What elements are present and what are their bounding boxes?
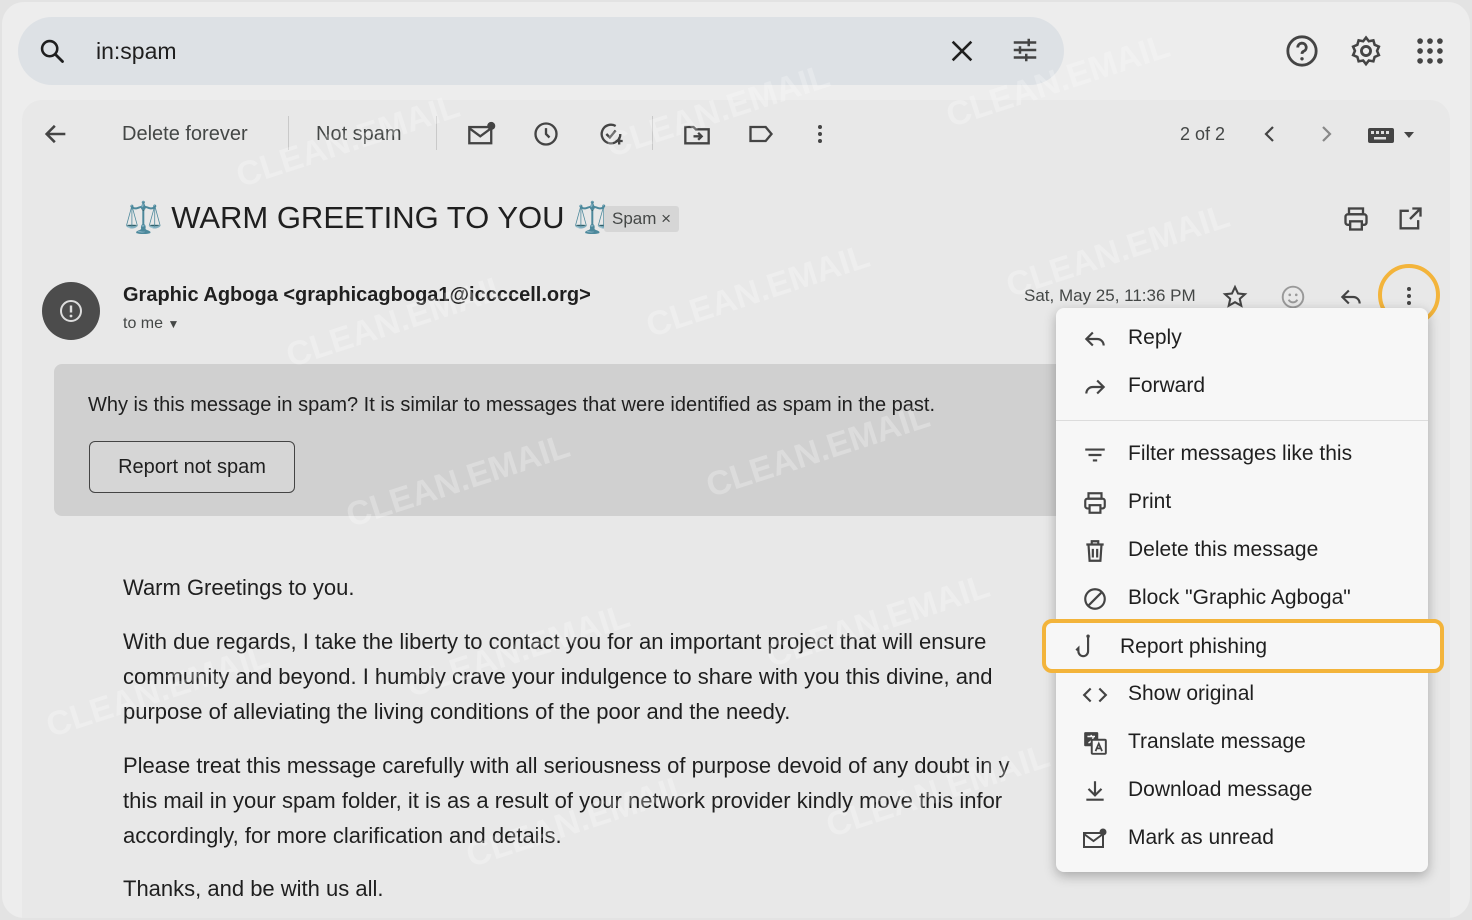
menu-item-label: Download message <box>1128 778 1313 801</box>
clear-search-icon[interactable] <box>948 37 976 65</box>
back-arrow-icon[interactable] <box>42 120 70 148</box>
search-icon[interactable] <box>38 37 66 65</box>
print-icon <box>1084 492 1106 514</box>
body-line: With due regards, I take the liberty to … <box>123 629 987 654</box>
more-vertical-icon[interactable] <box>1397 283 1421 309</box>
menu-item-label: Print <box>1128 490 1172 513</box>
spam-reason: It is similar to messages that were iden… <box>358 394 936 416</box>
body-line: purpose of alleviating the living condit… <box>123 699 791 724</box>
more-vertical-icon[interactable] <box>808 120 832 148</box>
report-not-spam-button[interactable]: Report not spam <box>89 441 295 493</box>
menu-item-label: Filter messages like this <box>1128 442 1353 465</box>
menu-item-label: Reply <box>1128 326 1182 349</box>
caret-down-icon[interactable]: ▼ <box>167 317 179 331</box>
code-icon <box>1082 687 1108 703</box>
help-icon[interactable] <box>1285 34 1319 68</box>
body-paragraph: Thanks, and be with us all. <box>123 876 384 901</box>
menu-item-reply[interactable]: Reply <box>1056 314 1428 362</box>
reply-icon <box>1084 331 1105 347</box>
menu-item-print[interactable]: Print <box>1056 478 1428 526</box>
not-spam-button[interactable]: Not spam <box>316 123 402 146</box>
body-paragraph: Warm Greetings to you. <box>123 575 355 600</box>
trash-icon <box>1086 540 1104 562</box>
filter-icon <box>1085 448 1105 462</box>
translate-icon <box>1084 732 1107 755</box>
menu-item-label: Translate message <box>1128 730 1306 753</box>
star-icon[interactable] <box>1222 284 1248 310</box>
move-to-folder-icon[interactable] <box>683 120 711 148</box>
emoji-reaction-icon[interactable] <box>1280 284 1306 310</box>
menu-item-filter[interactable]: Filter messages like this <box>1056 430 1428 478</box>
menu-item-download[interactable]: Download message <box>1056 766 1428 814</box>
menu-item-translate[interactable]: Translate message <box>1056 718 1428 766</box>
reply-icon[interactable] <box>1338 284 1364 310</box>
keyboard-input-icon[interactable] <box>1366 122 1418 148</box>
menu-item-label: Mark as unread <box>1128 826 1274 849</box>
spam-label-text: Spam <box>612 209 657 228</box>
label-icon[interactable] <box>747 120 775 148</box>
gmail-window: in:spam Delete forever Not spam 2 of 2 ⚖… <box>2 2 1470 918</box>
menu-item-label: Delete this message <box>1128 538 1319 561</box>
chevron-right-icon[interactable] <box>1314 122 1338 146</box>
menu-item-label: Block "Graphic Agboga" <box>1128 586 1351 609</box>
message-date: Sat, May 25, 11:36 PM <box>1024 286 1196 305</box>
menu-item-report-phishing[interactable]: Report phishing <box>1042 619 1444 673</box>
chevron-left-icon[interactable] <box>1258 122 1282 146</box>
message-subject: ⚖️ WARM GREETING TO YOU ⚖️ <box>124 200 612 235</box>
spam-label-badge[interactable]: Spam × <box>604 206 680 232</box>
menu-item-label: Show original <box>1128 682 1255 705</box>
menu-item-block[interactable]: Block "Graphic Agboga" <box>1056 574 1428 622</box>
block-icon <box>1084 588 1106 610</box>
menu-item-mark-unread[interactable]: Mark as unread <box>1056 814 1428 862</box>
pagination-count: 2 of 2 <box>1180 124 1226 144</box>
body-line: community and beyond. I humbly crave you… <box>123 664 993 689</box>
phishing-hook-icon <box>1075 634 1090 658</box>
search-input[interactable]: in:spam <box>96 38 177 65</box>
download-icon <box>1086 781 1104 801</box>
sender-name: Graphic Agboga <graphicagboga1@iccccell.… <box>123 284 591 306</box>
remove-label-icon[interactable]: × <box>661 209 671 228</box>
menu-item-label: Report phishing <box>1120 635 1268 658</box>
apps-grid-icon[interactable] <box>1413 34 1447 68</box>
open-in-new-window-icon[interactable] <box>1396 205 1424 233</box>
print-all-icon[interactable] <box>1342 205 1370 233</box>
menu-item-forward[interactable]: Forward <box>1056 362 1428 410</box>
delete-forever-button[interactable]: Delete forever <box>122 123 248 146</box>
menu-item-show-original[interactable]: Show original <box>1056 670 1428 718</box>
settings-gear-icon[interactable] <box>1349 34 1383 68</box>
search-bar[interactable]: in:spam <box>18 17 1064 85</box>
mark-unread-icon <box>1083 828 1107 848</box>
warning-icon <box>60 300 82 322</box>
add-to-tasks-icon[interactable] <box>596 120 626 148</box>
mark-unread-icon[interactable] <box>467 120 497 148</box>
menu-divider <box>1056 420 1428 421</box>
search-options-icon[interactable] <box>1010 35 1040 65</box>
body-line: this mail in your spam folder, it is as … <box>123 788 1003 813</box>
menu-item-label: Forward <box>1128 374 1206 397</box>
sender-avatar <box>42 282 100 340</box>
recipient-details[interactable]: to me ▼ <box>123 315 179 333</box>
spam-question: Why is this message in spam? <box>88 394 359 416</box>
body-line: Please treat this message carefully with… <box>123 753 1010 778</box>
toolbar-divider <box>436 116 437 150</box>
more-options-menu: Reply Forward Filter messages like this … <box>1056 308 1428 872</box>
toolbar-divider <box>288 116 289 150</box>
spam-warning-banner: Why is this message in spam? It is simil… <box>54 364 1174 516</box>
spam-warning-text: Why is this message in spam? It is simil… <box>88 394 935 417</box>
menu-item-delete[interactable]: Delete this message <box>1056 526 1428 574</box>
body-line: accordingly, for more clarification and … <box>123 823 562 848</box>
forward-icon <box>1085 379 1106 395</box>
recipient-text: to me <box>123 315 164 332</box>
snooze-clock-icon[interactable] <box>532 120 560 148</box>
toolbar-divider <box>652 116 653 150</box>
